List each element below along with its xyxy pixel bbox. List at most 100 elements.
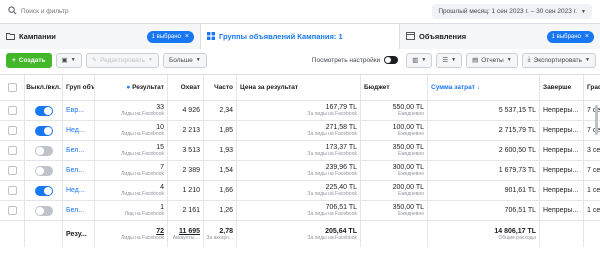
- tab-campaigns-label: Кампании: [19, 32, 56, 41]
- totals-amount-spent: 14 806,17 TL Общие расходы: [428, 221, 540, 247]
- column-header-budget[interactable]: Бюджет: [361, 75, 428, 100]
- totals-results-value: 72: [156, 227, 164, 235]
- reach-value: 3 513: [168, 141, 204, 160]
- frequency-value: 1,26: [204, 201, 237, 220]
- column-header-amount-spent[interactable]: Сумма затрат ↓: [428, 75, 540, 100]
- edit-button-label: Редактировать: [100, 56, 145, 64]
- export-button[interactable]: ⤓ Экспортировать ▼: [521, 52, 596, 68]
- ad-set-status-toggle[interactable]: [34, 165, 53, 176]
- frequency-value: 1,85: [204, 121, 237, 140]
- search-input[interactable]: [21, 8, 221, 15]
- pencil-icon: ✎: [91, 57, 98, 64]
- reach-value: 2 213: [168, 121, 204, 140]
- column-header-ends[interactable]: Заверше: [540, 75, 584, 100]
- tab-ad-sets[interactable]: Группы объявлений Кампания: 1: [201, 24, 400, 49]
- edit-button[interactable]: ✎ Редактировать ▼: [85, 52, 159, 68]
- budget-sub: Ежедневно: [397, 171, 424, 177]
- action-toolbar: + Создать ▣ ▼ ✎ Редактировать ▼ Больше ▼…: [0, 49, 600, 71]
- budget-sub: Ежедневно: [397, 211, 424, 217]
- totals-reach-sub: Аккаунты ...: [172, 234, 200, 241]
- table-row[interactable]: Бел... 1 Лид на Facebook 2 161 1,26 706,51 TL…: [0, 201, 600, 221]
- select-all-checkbox[interactable]: [7, 83, 17, 92]
- ad-set-name-link[interactable]: Евр...: [66, 107, 91, 114]
- table-row[interactable]: Нед... 10 Лиды на Facebook 2 213 1,85 271,58 …: [0, 121, 600, 141]
- close-icon[interactable]: ×: [185, 33, 189, 40]
- row-checkbox[interactable]: [7, 146, 17, 155]
- chevron-down-icon: ▼: [70, 57, 76, 63]
- amount-spent-value: 2 715,79 TL: [428, 121, 540, 140]
- tab-ads[interactable]: Объявления 1 выбрано ×: [400, 24, 600, 49]
- ad-set-name-link[interactable]: Бел...: [66, 167, 91, 174]
- cpr-sub: За лиды на Facebook: [307, 171, 357, 177]
- totals-reach: 11 695 Аккаунты ...: [168, 221, 204, 247]
- column-header-schedule[interactable]: График: [584, 75, 600, 100]
- ends-value: Непреры...: [540, 181, 584, 200]
- table-body: Евр... 33 Лиды на Facebook 4 926 2,34 167,79 …: [0, 101, 600, 221]
- more-button-label: Больше: [168, 56, 193, 64]
- selection-pill[interactable]: 1 выбрано ×: [546, 30, 594, 43]
- ad-set-status-toggle[interactable]: [34, 105, 53, 116]
- column-header-results-label: Результат: [132, 84, 164, 91]
- table-row[interactable]: Бел... 15 Лиды на Facebook 3 513 1,93 173,37 …: [0, 141, 600, 161]
- budget-sub: Ежедневно: [397, 151, 424, 157]
- row-checkbox[interactable]: [7, 206, 17, 215]
- ad-set-name-link[interactable]: Нед...: [66, 187, 91, 194]
- search-icon: [8, 6, 17, 17]
- row-checkbox[interactable]: [7, 126, 17, 135]
- amount-spent-value: 2 600,50 TL: [428, 141, 540, 160]
- ad-set-status-toggle[interactable]: [34, 185, 53, 196]
- cpr-sub: За лиды на Facebook: [307, 131, 357, 137]
- close-icon[interactable]: ×: [585, 33, 589, 40]
- columns-button[interactable]: ▥ ▼: [406, 52, 433, 68]
- table-row[interactable]: Бел... 7 Лиды на Facebook 2 389 1,54 239,96 T…: [0, 161, 600, 181]
- column-header-frequency[interactable]: Часто: [204, 75, 237, 100]
- columns-icon: ▥: [412, 57, 419, 64]
- budget-value: 350,00 TL: [392, 204, 424, 211]
- breakdown-button[interactable]: ☰ ▼: [436, 52, 463, 68]
- totals-cost-per-result: 205,64 TL За лиды на Facebook: [237, 221, 361, 247]
- schedule-value: 1 сен 2023: [587, 187, 600, 194]
- ad-set-name-link[interactable]: Нед...: [66, 127, 91, 134]
- ad-set-status-toggle[interactable]: [34, 145, 53, 156]
- amount-spent-value: 901,61 TL: [428, 181, 540, 200]
- more-button[interactable]: Больше ▼: [162, 52, 207, 68]
- row-checkbox[interactable]: [7, 106, 17, 115]
- create-button[interactable]: + Создать: [6, 52, 52, 68]
- toggle-switch[interactable]: [384, 56, 399, 64]
- level-tabs: Кампании 1 выбрано × Группы объявлений К…: [0, 24, 600, 49]
- row-checkbox[interactable]: [7, 186, 17, 195]
- selection-pill[interactable]: 1 выбрано ×: [146, 30, 194, 43]
- vertical-scrollbar[interactable]: [595, 105, 598, 135]
- view-settings-label: Посмотреть настройки: [311, 56, 381, 64]
- reports-button[interactable]: ▤ Отчеты ▼: [466, 52, 518, 68]
- column-header-toggle[interactable]: Выкл./вкл.: [25, 75, 63, 100]
- ad-set-name-link[interactable]: Бел...: [66, 147, 91, 154]
- column-header-results[interactable]: ● Результат: [95, 75, 168, 100]
- amount-spent-value: 5 537,15 TL: [428, 101, 540, 120]
- ad-set-name-link[interactable]: Бел...: [66, 207, 91, 214]
- table-row[interactable]: Евр... 33 Лиды на Facebook 4 926 2,34 167,79 …: [0, 101, 600, 121]
- ad-set-status-toggle[interactable]: [34, 125, 53, 136]
- cpr-value: 173,37 TL: [325, 144, 357, 151]
- column-header-reach[interactable]: Охват: [168, 75, 204, 100]
- cpr-value: 167,79 TL: [325, 104, 357, 111]
- tab-campaigns[interactable]: Кампании 1 выбрано ×: [0, 24, 201, 49]
- duplicate-button[interactable]: ▣ ▼: [55, 52, 82, 68]
- date-range-picker[interactable]: Прошлый месяц: 1 сен 2023 г. – 30 сен 20…: [432, 4, 592, 19]
- cpr-value: 271,58 TL: [325, 124, 357, 131]
- select-all-cell: [0, 75, 25, 100]
- budget-value: 200,00 TL: [392, 184, 424, 191]
- chevron-down-icon: ▼: [451, 57, 457, 63]
- cpr-sub: За лиды на Facebook: [307, 191, 357, 197]
- table-row[interactable]: Нед... 4 Лиды на Facebook 1 210 1,66 225,40 T…: [0, 181, 600, 201]
- budget-value: 350,00 TL: [392, 144, 424, 151]
- chevron-down-icon: ▼: [581, 8, 586, 15]
- row-checkbox[interactable]: [7, 166, 17, 175]
- column-header-name[interactable]: Груп объ: [63, 75, 95, 100]
- view-settings-toggle[interactable]: Посмотреть настройки: [311, 56, 399, 64]
- selection-pill-label: 1 выбрано: [151, 33, 181, 40]
- amount-spent-value: 706,51 TL: [428, 201, 540, 220]
- column-header-cost-per-result[interactable]: Цена за результат: [237, 75, 361, 100]
- results-sub: Лиды на Facebook: [121, 131, 164, 137]
- ad-set-status-toggle[interactable]: [34, 205, 53, 216]
